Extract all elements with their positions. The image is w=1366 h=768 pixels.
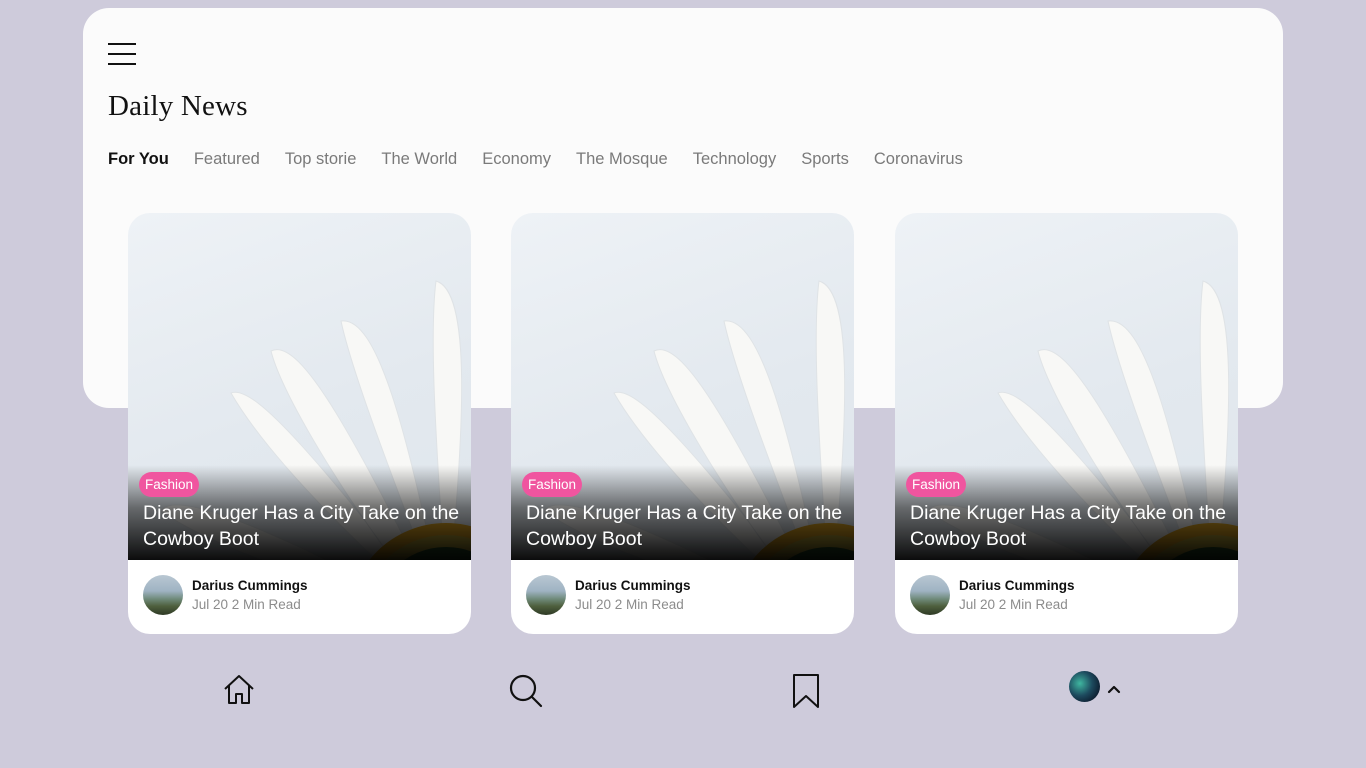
category-badge[interactable]: Fashion xyxy=(139,472,200,497)
category-tabs: For You Featured Top storie The World Ec… xyxy=(108,150,988,169)
tab-featured[interactable]: Featured xyxy=(194,150,260,169)
article-meta: Jul 20 2 Min Read xyxy=(192,596,301,612)
bookmark-icon[interactable] xyxy=(792,673,820,714)
tab-the-mosque[interactable]: The Mosque xyxy=(576,150,668,169)
author-row: Darius Cummings Jul 20 2 Min Read xyxy=(526,574,691,616)
author-row: Darius Cummings Jul 20 2 Min Read xyxy=(143,574,308,616)
profile-menu[interactable] xyxy=(1069,671,1125,707)
tab-top-stories[interactable]: Top storie xyxy=(285,150,357,169)
category-badge[interactable]: Fashion xyxy=(522,472,583,497)
article-card[interactable]: Fashion Diane Kruger Has a City Take on … xyxy=(895,213,1238,634)
chevron-up-icon[interactable] xyxy=(1107,684,1121,694)
tab-technology[interactable]: Technology xyxy=(693,150,776,169)
author-name[interactable]: Darius Cummings xyxy=(575,577,691,595)
article-headline[interactable]: Diane Kruger Has a City Take on the Cowb… xyxy=(526,500,844,552)
article-card[interactable]: Fashion Diane Kruger Has a City Take on … xyxy=(511,213,854,634)
tab-sports[interactable]: Sports xyxy=(801,150,849,169)
profile-avatar[interactable] xyxy=(1069,671,1100,702)
author-avatar xyxy=(143,575,183,615)
category-badge[interactable]: Fashion xyxy=(906,472,967,497)
site-title: Daily News xyxy=(108,90,248,122)
author-avatar xyxy=(526,575,566,615)
home-icon[interactable] xyxy=(222,673,256,712)
author-row: Darius Cummings Jul 20 2 Min Read xyxy=(910,574,1075,616)
author-name[interactable]: Darius Cummings xyxy=(192,577,308,595)
article-meta: Jul 20 2 Min Read xyxy=(575,596,684,612)
article-headline[interactable]: Diane Kruger Has a City Take on the Cowb… xyxy=(910,500,1228,552)
hamburger-menu-icon[interactable] xyxy=(108,42,136,66)
bottom-nav xyxy=(0,668,1366,714)
author-name[interactable]: Darius Cummings xyxy=(959,577,1075,595)
article-headline[interactable]: Diane Kruger Has a City Take on the Cowb… xyxy=(143,500,461,552)
tab-economy[interactable]: Economy xyxy=(482,150,551,169)
article-card[interactable]: Fashion Diane Kruger Has a City Take on … xyxy=(128,213,471,634)
article-meta: Jul 20 2 Min Read xyxy=(959,596,1068,612)
author-avatar xyxy=(910,575,950,615)
tab-for-you[interactable]: For You xyxy=(108,150,169,169)
search-icon[interactable] xyxy=(508,673,544,714)
tab-the-world[interactable]: The World xyxy=(381,150,457,169)
tab-coronavirus[interactable]: Coronavirus xyxy=(874,150,963,169)
